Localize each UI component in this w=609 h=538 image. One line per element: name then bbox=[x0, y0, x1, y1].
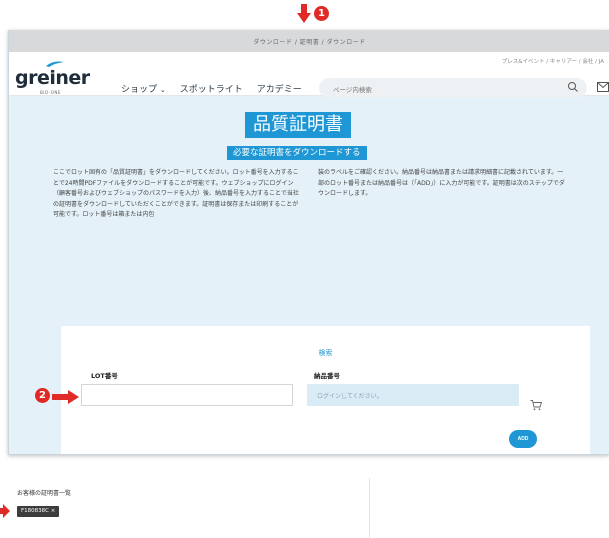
annotation-arrow-2 bbox=[52, 389, 80, 404]
nav-item-label: ショップ bbox=[121, 85, 158, 95]
lot-number-label: LOT番号 bbox=[91, 372, 118, 380]
right-arrow-icon bbox=[0, 504, 10, 518]
page-subtitle: 必要な証明書をダウンロードする bbox=[227, 146, 367, 160]
site-header: プレス&イベント / キャリアー / 会社 / JA greiner BIO-O… bbox=[9, 52, 609, 98]
chevron-down-icon: ⌄ bbox=[159, 86, 166, 94]
website-screenshot: ダウンロード / 証明書 / ダウンロード プレス&イベント / キャリアー /… bbox=[8, 30, 609, 455]
utility-links[interactable]: プレス&イベント / キャリアー / 会社 / JA bbox=[502, 57, 604, 65]
annotation-arrow-1 bbox=[297, 4, 311, 24]
annotation-marker-1: 1 bbox=[314, 6, 329, 21]
annotation-arrow-3 bbox=[0, 503, 10, 518]
nav-item-label: アカデミー bbox=[256, 85, 302, 95]
figure-root: 1 ダウンロード / 証明書 / ダウンロード プレス&イベント / キャリアー… bbox=[0, 0, 609, 538]
certificate-list-title: お客様の証明書一覧 bbox=[17, 490, 72, 497]
breadcrumb-bar: ダウンロード / 証明書 / ダウンロード bbox=[9, 30, 609, 52]
nav-item-label: スポットライト bbox=[179, 85, 243, 95]
greiner-logo[interactable]: greiner BIO-ONE bbox=[15, 60, 93, 95]
mail-icon[interactable] bbox=[597, 82, 609, 92]
main-nav: ショップ ⌄ スポットライト アカデミー bbox=[121, 82, 316, 95]
annotation-marker-2: 2 bbox=[35, 388, 50, 403]
delivery-number-input[interactable]: ログインしてください。 bbox=[307, 384, 519, 406]
search-placeholder: ページ内検索 bbox=[333, 86, 372, 94]
form-title: 検索 bbox=[318, 349, 333, 357]
search-icon[interactable] bbox=[567, 81, 579, 93]
page-title: 品質証明書 bbox=[245, 112, 351, 138]
nav-item-spotlight[interactable]: スポットライト bbox=[180, 82, 243, 95]
search-input[interactable]: ページ内検索 bbox=[319, 78, 587, 98]
add-button[interactable]: ADD bbox=[509, 430, 537, 448]
description-left: ここでロット固有の「品質証明書」をダウンロードしてください。ロット番号を入力する… bbox=[53, 169, 299, 218]
certificate-search-form: 検索 LOT番号 納品番号 ログインしてください。 ADD bbox=[61, 326, 590, 454]
cart-icon[interactable] bbox=[530, 399, 542, 411]
nav-item-shop[interactable]: ショップ ⌄ bbox=[121, 82, 166, 95]
lot-number-input[interactable] bbox=[81, 384, 293, 406]
down-arrow-icon bbox=[297, 4, 311, 23]
delivery-number-label: 納品番号 bbox=[314, 372, 340, 380]
logo-wordmark: greiner bbox=[15, 67, 90, 89]
certificate-tag[interactable]: F180838C × bbox=[17, 506, 60, 517]
description-right: 装のラベルをご確認ください。納品番号は納品書または請求明細書に記載されています。… bbox=[318, 169, 565, 197]
certificate-list-panel: お客様の証明書一覧 F180838C × bbox=[8, 478, 370, 538]
nav-item-academy[interactable]: アカデミー bbox=[257, 82, 302, 95]
breadcrumb[interactable]: ダウンロード / 証明書 / ダウンロード bbox=[9, 37, 609, 46]
delivery-number-placeholder: ログインしてください。 bbox=[317, 393, 383, 400]
logo-subtext: BIO-ONE bbox=[40, 90, 61, 95]
right-arrow-icon bbox=[52, 390, 79, 404]
